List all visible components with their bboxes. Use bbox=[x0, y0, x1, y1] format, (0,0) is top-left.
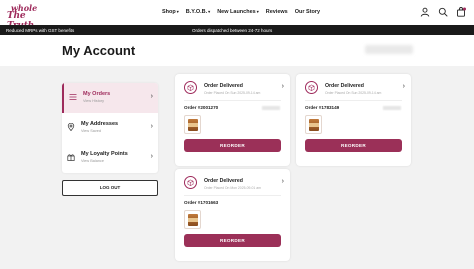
chevron-right-icon[interactable]: › bbox=[403, 83, 405, 90]
delivered-box-icon bbox=[184, 176, 197, 189]
delivered-box-icon bbox=[305, 81, 318, 94]
delivered-box-icon bbox=[184, 81, 197, 94]
user-name-redacted bbox=[365, 45, 413, 54]
user-icon[interactable] bbox=[420, 7, 430, 17]
order-id: Order #1701663 bbox=[184, 200, 219, 205]
divider bbox=[305, 100, 402, 101]
order-status: Order Delivered bbox=[204, 178, 243, 184]
location-pin-icon bbox=[67, 123, 75, 131]
sidebar-item-my-addresses[interactable]: My Addresses View Saved › bbox=[62, 113, 158, 143]
order-card: Order Delivered Order Placed On Sun 2025… bbox=[296, 74, 411, 166]
list-icon bbox=[69, 94, 77, 100]
brand-logo[interactable]: whole The Truth bbox=[7, 3, 47, 31]
chevron-down-icon: ▾ bbox=[256, 9, 259, 14]
product-thumbnail[interactable] bbox=[184, 115, 201, 134]
promo-center-text: Orders dispatched between 24-72 hours bbox=[192, 27, 273, 33]
header-icons bbox=[420, 7, 466, 17]
sidebar-item-sublabel: View Balance bbox=[81, 159, 104, 163]
nav-item-reviews[interactable]: Reviews bbox=[266, 9, 288, 15]
main-nav: Shop▾ B.Y.O.B.▾ New Launches▾ Reviews Ou… bbox=[162, 9, 320, 15]
order-status: Order Delivered bbox=[325, 83, 364, 89]
chevron-down-icon: ▾ bbox=[176, 9, 179, 14]
sidebar-item-label: My Loyalty Points bbox=[81, 151, 128, 157]
promo-bar: Reduced MRPs with GST benefits Orders di… bbox=[0, 25, 474, 35]
chevron-right-icon[interactable]: › bbox=[282, 178, 284, 185]
product-thumbnail[interactable] bbox=[184, 210, 201, 229]
order-id: Order #1783149 bbox=[305, 105, 340, 110]
promo-left-text: Reduced MRPs with GST benefits bbox=[6, 27, 75, 33]
order-placed-date: Order Placed On Sun 2025-09-14 am bbox=[325, 91, 382, 95]
sidebar-item-my-loyalty-points[interactable]: My Loyalty Points View Balance › bbox=[62, 143, 158, 173]
reorder-button[interactable]: REORDER bbox=[184, 234, 281, 247]
nav-item-byob[interactable]: B.Y.O.B.▾ bbox=[186, 9, 210, 15]
chevron-right-icon: › bbox=[150, 153, 153, 160]
chevron-right-icon: › bbox=[150, 123, 153, 130]
reorder-button[interactable]: REORDER bbox=[184, 139, 281, 152]
page-title: My Account bbox=[62, 43, 136, 58]
sidebar-item-my-orders[interactable]: My Orders View History › bbox=[62, 83, 158, 113]
chevron-right-icon[interactable]: › bbox=[282, 83, 284, 90]
product-thumbnail[interactable] bbox=[305, 115, 322, 134]
nav-item-shop[interactable]: Shop▾ bbox=[162, 9, 179, 15]
nav-item-our-story[interactable]: Our Story bbox=[295, 9, 320, 15]
sidebar-item-label: My Orders bbox=[83, 91, 111, 97]
chevron-down-icon: ▾ bbox=[208, 9, 211, 14]
sidebar-item-label: My Addresses bbox=[81, 121, 119, 127]
chevron-right-icon: › bbox=[150, 93, 153, 100]
order-card: Order Delivered Order Placed On Mon 2025… bbox=[175, 169, 290, 261]
cart-icon[interactable] bbox=[456, 7, 466, 17]
search-icon[interactable] bbox=[438, 7, 448, 17]
order-placed-date: Order Placed On Mon 2025-09-01 am bbox=[204, 186, 261, 190]
order-id: Order #2001270 bbox=[184, 105, 219, 110]
nav-item-new-launches[interactable]: New Launches▾ bbox=[217, 9, 259, 15]
account-sidebar: My Orders View History › My Addresses Vi… bbox=[62, 83, 158, 173]
logout-button[interactable]: LOG OUT bbox=[62, 180, 158, 196]
order-amount-redacted bbox=[383, 106, 401, 110]
order-card: Order Delivered Order Placed On Sun 2025… bbox=[175, 74, 290, 166]
order-amount-redacted bbox=[262, 106, 280, 110]
divider bbox=[184, 195, 281, 196]
order-status: Order Delivered bbox=[204, 83, 243, 89]
gift-icon bbox=[67, 154, 75, 161]
site-header: whole The Truth Shop▾ B.Y.O.B.▾ New Laun… bbox=[0, 0, 474, 31]
sidebar-item-sublabel: View Saved bbox=[81, 129, 101, 133]
sidebar-item-sublabel: View History bbox=[83, 99, 105, 103]
order-placed-date: Order Placed On Sun 2025-09-14 am bbox=[204, 91, 261, 95]
reorder-button[interactable]: REORDER bbox=[305, 139, 402, 152]
divider bbox=[184, 100, 281, 101]
